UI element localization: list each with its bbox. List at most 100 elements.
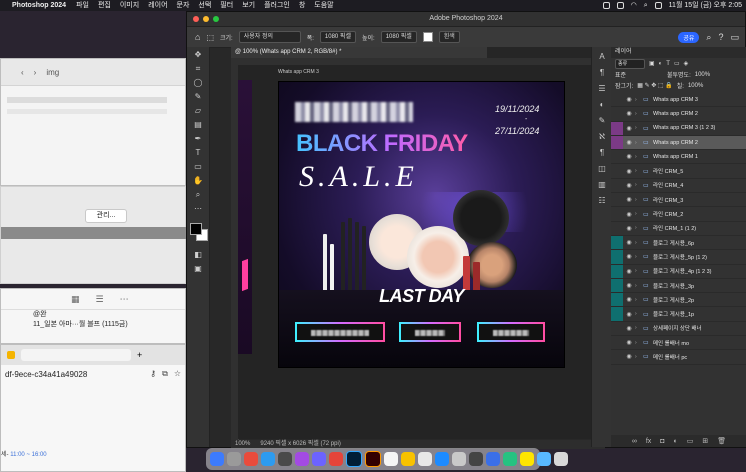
expand-chevron-icon[interactable]: › <box>635 254 643 260</box>
expand-chevron-icon[interactable]: › <box>635 240 643 246</box>
color-select[interactable]: 흰색 <box>438 31 460 43</box>
home-icon[interactable]: ⌂ <box>195 32 200 42</box>
expand-chevron-icon[interactable]: › <box>635 97 643 103</box>
gradient-tool-icon[interactable]: ▤ <box>190 119 206 131</box>
expand-chevron-icon[interactable]: › <box>635 325 643 331</box>
expand-chevron-icon[interactable]: › <box>635 283 643 289</box>
menu-window[interactable]: 창 <box>299 0 305 11</box>
fx-icon[interactable]: fx <box>646 438 651 445</box>
properties-panel-icon[interactable]: ☰ <box>595 83 609 95</box>
help-icon[interactable]: ? <box>718 32 723 42</box>
adjustment-layer-icon[interactable]: ◐ <box>674 438 678 445</box>
share-button[interactable]: 공유 <box>678 31 700 43</box>
address-bar[interactable]: df-9ece-c34a41a49028 ⚷ ⧉ ☆ <box>1 365 185 383</box>
layer-row[interactable]: ◉ › ▭ Whats app CRM 3 <box>611 93 746 108</box>
fill-field[interactable]: 100% <box>688 83 703 89</box>
minimize-window-icon[interactable] <box>203 16 209 22</box>
settings-dock-icon[interactable] <box>278 452 292 466</box>
key-icon[interactable]: ⚷ <box>150 369 156 379</box>
trash-dock-icon[interactable] <box>554 452 568 466</box>
forward-arrow-icon[interactable]: › <box>34 68 37 77</box>
app-dock-icon[interactable] <box>537 452 551 466</box>
delete-layer-icon[interactable]: 🗑 <box>717 437 726 445</box>
layers-panel-title[interactable]: 레이어 <box>611 47 746 58</box>
layer-row[interactable]: ◉ › ▭ 블로그 게시용_5p (1 2) <box>611 250 746 265</box>
menu-plugins[interactable]: 플러그인 <box>264 0 290 11</box>
layer-row[interactable]: ◉ › ▭ 메인 롤배너 pc <box>611 350 746 365</box>
libraries-panel-icon[interactable]: ▥ <box>595 179 609 191</box>
visibility-eye-icon[interactable]: ◉ <box>623 239 635 246</box>
size-select[interactable]: 사용자 정의 <box>238 31 301 43</box>
filter-adjust-icon[interactable]: ◐ <box>659 61 663 67</box>
visibility-eye-icon[interactable]: ◉ <box>623 168 635 175</box>
app-menu[interactable]: Photoshop 2024 <box>12 0 66 11</box>
paragraph-style-icon[interactable]: ¶ <box>595 147 609 159</box>
install-icon[interactable]: ⧉ <box>162 369 168 379</box>
adjustments-panel-icon[interactable]: ◐ <box>595 99 609 111</box>
layer-row[interactable]: ◉ › ▭ 라인 CRM_5 <box>611 164 746 179</box>
creative-cloud-icon[interactable] <box>602 2 610 9</box>
link-layers-icon[interactable]: ∞ <box>632 438 637 445</box>
expand-chevron-icon[interactable]: › <box>635 211 643 217</box>
layer-filter-select[interactable]: 종류 <box>615 58 645 69</box>
visibility-eye-icon[interactable]: ◉ <box>623 182 635 189</box>
filter-shape-icon[interactable]: ▭ <box>674 60 680 67</box>
menu-edit[interactable]: 편집 <box>98 0 111 11</box>
manage-button[interactable]: 관리... <box>85 209 127 223</box>
expand-chevron-icon[interactable]: › <box>635 154 643 160</box>
artboard-label[interactable]: Whats app CRM 3 <box>278 69 319 75</box>
visibility-eye-icon[interactable]: ◉ <box>623 125 635 132</box>
visibility-eye-icon[interactable]: ◉ <box>623 253 635 260</box>
back-arrow-icon[interactable]: ‹ <box>21 68 24 77</box>
move-tool-icon[interactable]: ✥ <box>190 49 206 61</box>
visibility-eye-icon[interactable]: ◉ <box>623 196 635 203</box>
visibility-eye-icon[interactable]: ◉ <box>623 339 635 346</box>
menu-file[interactable]: 파일 <box>76 0 89 11</box>
channels-panel-icon[interactable]: ☷ <box>595 195 609 207</box>
layer-row[interactable]: ◉ › ▭ Whats app CRM 1 <box>611 150 746 165</box>
chrome-dock-icon[interactable] <box>244 452 258 466</box>
kakaotalk-dock-icon[interactable] <box>520 452 534 466</box>
layer-row[interactable]: ◉ › ▭ 라인 CRM_3 <box>611 193 746 208</box>
list-view-icon[interactable]: ☰ <box>96 294 104 305</box>
visibility-eye-icon[interactable]: ◉ <box>623 325 635 332</box>
visibility-eye-icon[interactable]: ◉ <box>623 96 635 103</box>
layer-row[interactable]: ◉ › ▭ 블로그 게시용_2p <box>611 293 746 308</box>
browser-tab[interactable] <box>21 349 131 361</box>
grid-view-icon[interactable]: ▦ <box>71 294 80 305</box>
foreground-color-icon[interactable] <box>190 223 202 235</box>
expand-chevron-icon[interactable]: › <box>635 268 643 274</box>
visibility-eye-icon[interactable]: ◉ <box>623 153 635 160</box>
zoom-window-icon[interactable] <box>213 16 219 22</box>
glyph-panel-icon[interactable]: ℵ <box>595 131 609 143</box>
pen-tool-icon[interactable]: ✒ <box>190 133 206 145</box>
control-center-icon[interactable] <box>654 2 662 9</box>
layer-row[interactable]: ◉ › ▭ 블로그 게시용_3p <box>611 278 746 294</box>
finder-selected-row[interactable] <box>7 97 167 103</box>
visibility-eye-icon[interactable]: ◉ <box>623 353 635 360</box>
figma-dock-icon[interactable] <box>329 452 343 466</box>
visibility-eye-icon[interactable]: ◉ <box>623 268 635 275</box>
battery-icon[interactable] <box>616 2 624 9</box>
app-dock-icon[interactable] <box>312 452 326 466</box>
expand-chevron-icon[interactable]: › <box>635 168 643 174</box>
appstore-dock-icon[interactable] <box>435 452 449 466</box>
photoshop-dock-icon[interactable] <box>346 451 362 467</box>
brush-panel-icon[interactable]: ✎ <box>595 115 609 127</box>
artboard-tool-icon[interactable]: ⬚ <box>206 33 214 42</box>
expand-chevron-icon[interactable]: › <box>635 311 643 317</box>
opacity-field[interactable]: 100% <box>695 72 710 78</box>
brush-tool-icon[interactable]: ✎ <box>190 91 206 103</box>
list-item[interactable]: @완 <box>1 310 185 320</box>
document-tab[interactable]: @ 100% (Whats app CRM 2, RGB/8#) * <box>231 47 487 58</box>
background-color-swatch[interactable] <box>422 32 433 42</box>
filter-pixel-icon[interactable]: ▣ <box>649 60 655 67</box>
canvas-area[interactable]: Whats app CRM 3 19/11/2024 - 27/11/2024 … <box>238 65 605 439</box>
layer-row[interactable]: ◉ › ▭ 메인 롤배너 mo <box>611 336 746 351</box>
finder-row[interactable] <box>7 109 167 114</box>
blend-mode-select[interactable]: 표준 <box>615 70 663 79</box>
app-dock-icon[interactable] <box>295 452 309 466</box>
layer-row[interactable]: ◉ › ▭ 라인 CRM_4 <box>611 179 746 194</box>
height-field[interactable]: 1080 픽셀 <box>380 31 417 43</box>
illustrator-dock-icon[interactable] <box>365 451 381 467</box>
